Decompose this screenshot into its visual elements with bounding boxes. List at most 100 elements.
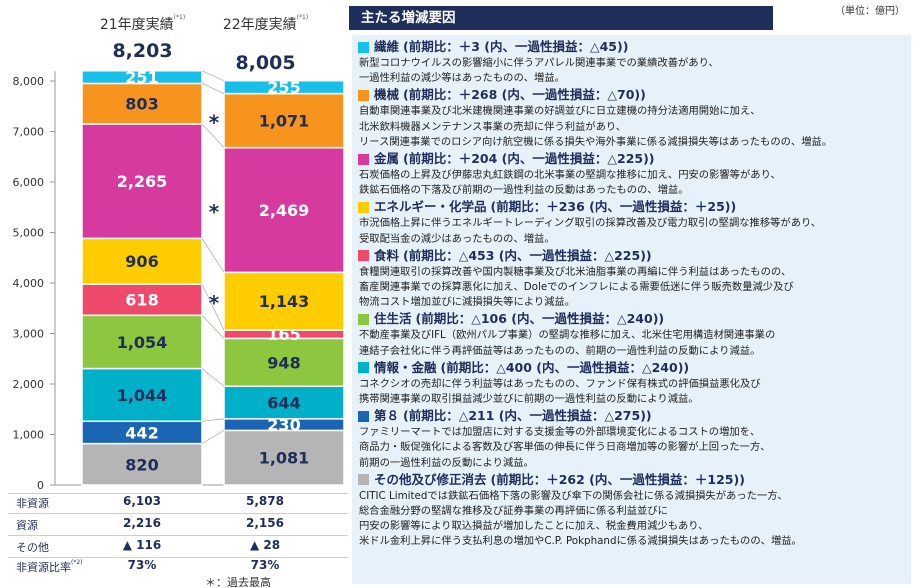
segment-color-square [358,153,369,165]
table-cell: ▲ 28 [249,538,281,552]
table-cell: 2,216 [123,516,161,530]
segment-description-line: 携帯関連事業の取引損益減少並びに前期の一過性利益の反動により減益。 [359,393,699,406]
segment-item: 住生活 (前期比：△106 (内、一過性損益：△240)) 不動産事業及びIFL（欧… [358,310,908,358]
y-tick-label: 4,000 [13,277,45,290]
segment-compare: (前期比：△211 (内、一過性損益：△275)) [403,408,652,424]
segment-description-line: 円安の影響等により取込損益が増加したことに加え、税金費用減少もあり、 [359,520,709,533]
segment-item: エネルギー・化学品 (前期比：＋236 (内、一過性損益：＋25)) 市況価格上昇に… [358,198,908,246]
data-label: 906 [125,252,158,271]
y-tick-label: 5,000 [13,227,45,240]
data-label: 820 [125,455,158,474]
data-label: 1,054 [117,333,168,352]
segment-name: 情報・金融 [374,359,437,375]
segment-heading: 第８ (前期比：△211 (内、一過性損益：△275)) [358,407,908,425]
segment-compare: (前期比：＋204 (内、一過性損益：△225)) [403,151,655,167]
segment-heading: 機械 (前期比：＋268 (内、一過性損益：△70)) [358,86,908,104]
connector-line [201,418,225,422]
segment-heading: エネルギー・化学品 (前期比：＋236 (内、一過性損益：＋25)) [358,198,908,216]
y-tick-label: 3,000 [13,328,45,341]
table-cell: 73% [127,558,157,572]
data-label: 2,265 [117,172,168,191]
segment-description-line: 不動産事業及びIFL（欧州パルプ事業）の堅調な推移に加え、北米住宅用構造材関連事… [359,329,776,342]
data-label: 948 [267,353,300,372]
table-row-label-text: 非資源比率 [16,561,71,574]
table-cell: 5,878 [246,494,284,508]
segment-compare: (前期比：△453 (内、一過性損益：△225)) [403,247,652,263]
segment-item: 食料 (前期比：△453 (内、一過性損益：△225)) 食糧関連取引の採算改善や国… [358,247,908,311]
segment-name: 食料 [374,247,400,263]
segment-heading: 金属 (前期比：＋204 (内、一過性損益：△225)) [358,150,908,168]
column-header-22: 22年度実績(*1) 8,005 [203,14,328,74]
segment-description-line: 畜産関連事業での採算悪化に加え、Doleでのインフレによる需要低迷に伴う販売数量… [359,281,794,294]
y-tick-label: 2,000 [13,378,45,391]
segment-description-line: 物流コスト増加並びに減損損失等により減益。 [359,296,576,309]
table-cell: ▲ 116 [122,538,162,552]
record-high-mark: * [209,111,220,135]
data-label: 442 [125,423,158,442]
segment-name: エネルギー・化学品 [374,199,487,215]
segment-description-line: 米ドル金利上昇に伴う支払利息の増加やC.P. Pokphandに係る減損損失はあ… [359,535,802,548]
segment-color-square [358,250,369,262]
segment-description-line: 自動車関連事業及び北米建機関連事業の好調並びに日立建機の持分法適用開始に加え、 [359,105,761,118]
segment-heading: その他及び修正消去 (前期比：＋262 (内、一過性損益：＋125)) [358,471,908,489]
column-total: 8,203 [112,40,173,62]
y-tick-label: 7,000 [13,126,45,139]
segment-description-line: 鉄鉱石価格の下落及び前期の一過性利益の反動はあったものの、増益。 [359,184,689,197]
y-tick-label: 8,000 [13,75,45,88]
segment-item: 機械 (前期比：＋268 (内、一過性損益：△70)) 自動車関連事業及び北米建機関… [358,86,908,150]
data-label: 644 [267,394,300,413]
connector-line [201,238,225,273]
table-row-label: 非資源 [16,497,49,510]
segment-description-line: 受取配当金の減少はあったものの、増益。 [359,232,555,245]
segment-list: 繊維 (前期比：＋3 (内、一過性損益：△45)) 新型コロナウイルスの影響縮小に伴… [358,38,908,550]
segment-description-line: リース関連事業でのロシア向け航空機に係る損失や海外事業に係る減損損失等はあったも… [359,135,833,148]
y-tick-label: 1,000 [13,429,45,442]
segment-heading: 情報・金融 (前期比：△400 (内、一過性損益：△240)) [358,359,908,377]
data-label: 1,071 [259,112,310,131]
segment-item: 金属 (前期比：＋204 (内、一過性損益：△225)) 石炭価格の上昇及び伊藤忠丸… [358,150,908,198]
segment-item: その他及び修正消去 (前期比：＋262 (内、一過性損益：＋125)) CITIC … [358,471,908,550]
segment-compare: (前期比：＋268 (内、一過性損益：△70)) [403,87,646,103]
segment-description-line: 石炭価格の上昇及び伊藤忠丸紅鉄鋼の北米事業の堅調な推移に加え、円安の影響等があり… [359,169,781,182]
connector-line [201,315,225,339]
table-divider [8,535,348,536]
column-header-21: 21年度実績(*1) 8,203 [80,14,205,62]
segment-description-line: 総合金融分野の堅調な推移及び証券事業の再評価に係る利益並びに [359,505,668,518]
data-label: 803 [125,95,158,114]
segment-name: その他及び修正消去 [374,471,487,487]
data-label: 2,469 [259,201,310,220]
table-cell: 73% [250,558,280,572]
connector-line [201,368,225,387]
segment-compare: (前期比：△400 (内、一過性損益：△240)) [440,359,690,375]
data-label: 1,143 [259,292,310,311]
segment-color-square [358,362,369,374]
segment-item: 情報・金融 (前期比：△400 (内、一過性損益：△240)) コネクシオの売却に伴… [358,359,908,407]
segment-description-line: 北米飲料機器メンテナンス事業の売却に伴う利益があり、 [359,120,627,133]
segment-compare: (前期比：△106 (内、一過性損益：△240)) [415,311,665,327]
y-tick-label: 0 [37,479,44,492]
segment-name: 機械 [374,87,400,103]
segment-name: 第８ [374,408,400,424]
segment-description-line: 連結子会社化に伴う再評価益等はあったものの、前期の一過性利益の反動により減益。 [359,344,761,357]
segment-description-line: 商品力・販促強化による客数及び客単価の伸長に伴う日商増加等の影響が上回った一方、 [359,441,771,454]
data-label: 255 [267,78,300,97]
segment-color-square [358,201,369,213]
segment-description-line: 新型コロナウイルスの影響縮小に伴うアパレル関連事業での業績改善があり、 [359,57,719,69]
footnote: ＊：過去最高 [205,576,271,588]
connector-line [201,430,225,444]
data-label: 251 [125,68,158,87]
table-divider [8,513,348,514]
segment-description-line: ファミリーマートでは加盟店に対する支援金等の外部環境変化によるコストの増加を、 [359,426,761,439]
record-high-mark: * [209,291,220,315]
segment-heading: 住生活 (前期比：△106 (内、一過性損益：△240)) [358,310,908,328]
segment-color-square [358,313,369,325]
segment-color-square [358,474,369,486]
table-row-label: その他 [16,541,49,554]
segment-name: 金属 [374,151,400,167]
segment-item: 繊維 (前期比：＋3 (内、一過性損益：△45)) 新型コロナウイルスの影響縮小に伴… [358,38,908,86]
segment-name: 住生活 [374,311,412,327]
column-year-label: 22年度実績 [222,17,297,33]
y-tick-label: 6,000 [13,176,45,189]
column-year-note: (*1) [173,14,186,21]
segment-description-line: コネクシオの売却に伴う利益等はあったものの、ファンド保有株式の評価損益悪化及び [359,377,761,390]
